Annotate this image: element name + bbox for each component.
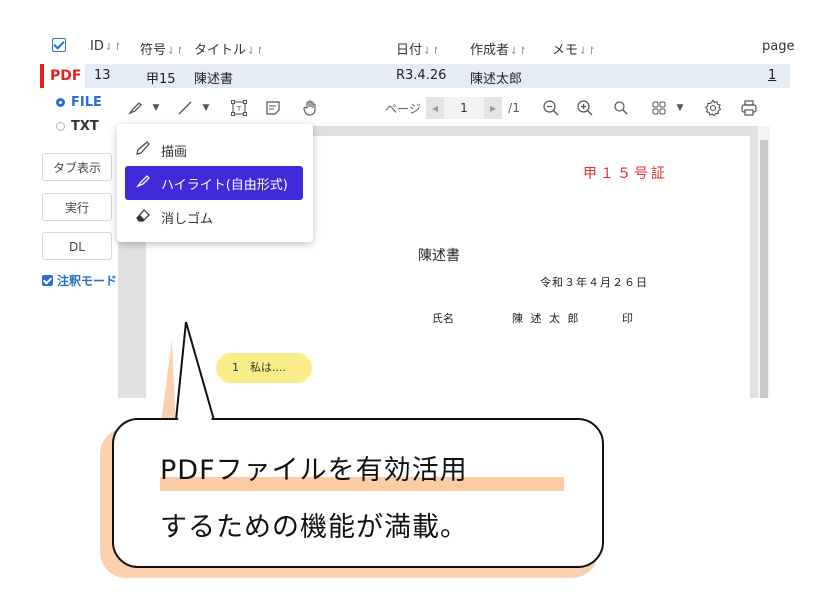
callout-line-1: PDFファイルを有効活用 xyxy=(160,455,468,486)
callout-line-2: するための機能が満載。 xyxy=(160,512,468,543)
